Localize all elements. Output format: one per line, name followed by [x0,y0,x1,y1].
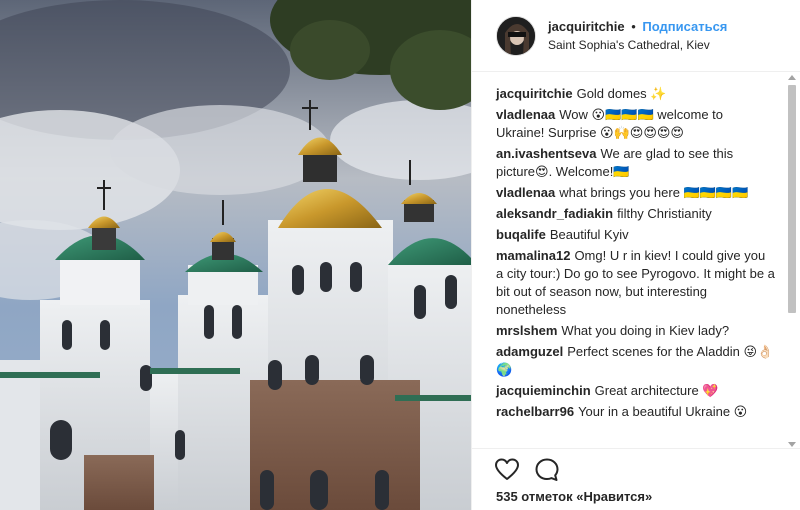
action-icons [494,457,560,483]
likes-count[interactable]: 535 отметок «Нравится» [496,489,652,504]
post-header: jacquiritchie • Подписаться Saint Sophia… [472,0,800,72]
comment-item: aleksandr_fadiakin filthy Christianity [496,205,775,223]
comment-item: an.ivashentseva We are glad to see this p… [496,145,775,181]
comments-inner: jacquiritchie Gold domes ✨ vladlenaa Wow 😮… [472,72,800,421]
comment-icon[interactable] [534,457,560,483]
comment-text: What you doing in Kiev lady? [561,323,730,338]
comment-username[interactable]: mrslshem [496,323,557,338]
location-link[interactable]: Saint Sophia's Cathedral, Kiev [548,36,727,54]
comment-item: adamguzel Perfect scenes for the Aladdin … [496,343,775,379]
comment-item: jacquiritchie Gold domes ✨ [496,85,775,103]
scroll-up-arrow-icon[interactable] [788,75,796,80]
comment-item: mamalina12 Omg! U r in kiev! I could give… [496,247,775,319]
comments-scrollbar[interactable] [787,75,797,447]
comment-text: Gold domes ✨ [576,86,667,101]
comment-item: rachelbarr96 Your in a beautiful Ukraine … [496,403,775,421]
comment-username[interactable]: rachelbarr96 [496,404,574,419]
comment-item: vladlenaa what brings you here 🇺🇦🇺🇦🇺🇦🇺🇦 [496,184,775,202]
comment-username[interactable]: vladlenaa [496,107,555,122]
username-link[interactable]: jacquiritchie [548,19,625,34]
header-top: jacquiritchie • Подписаться [548,18,727,36]
comment-username[interactable]: buqalife [496,227,546,242]
comment-item: mrslshem What you doing in Kiev lady? [496,322,775,340]
comment-text: filthy Christianity [617,206,712,221]
post-photo[interactable] [0,0,471,510]
comments-list[interactable]: jacquiritchie Gold domes ✨ vladlenaa Wow 😮… [472,72,800,448]
comment-username[interactable]: adamguzel [496,344,563,359]
heart-icon[interactable] [494,457,520,483]
comment-username[interactable]: aleksandr_fadiakin [496,206,613,221]
comment-username[interactable]: jacquiritchie [496,86,573,101]
comment-text: Great architecture 💖 [594,383,719,398]
side-panel: jacquiritchie • Подписаться Saint Sophia… [471,0,800,510]
cathedral-photo [0,0,471,510]
comment-text: what brings you here 🇺🇦🇺🇦🇺🇦🇺🇦 [559,185,749,200]
separator-dot: • [631,18,636,34]
comment-username[interactable]: vladlenaa [496,185,555,200]
scroll-down-arrow-icon[interactable] [788,442,796,447]
comment-item: vladlenaa Wow 😮🇺🇦🇺🇦🇺🇦 welcome to Ukraine!… [496,106,775,142]
header-text: jacquiritchie • Подписаться Saint Sophia… [548,18,727,54]
comment-username[interactable]: an.ivashentseva [496,146,596,161]
comment-username[interactable]: jacquieminchin [496,383,591,398]
comment-username[interactable]: mamalina12 [496,248,570,263]
comment-item: jacquieminchin Great architecture 💖 [496,382,775,400]
instagram-post: jacquiritchie • Подписаться Saint Sophia… [0,0,800,510]
avatar-image [497,16,535,55]
scroll-thumb[interactable] [788,85,796,313]
avatar[interactable] [496,15,536,56]
comment-text: Your in a beautiful Ukraine 😮 [578,404,748,419]
comment-item: buqalife Beautiful Kyiv [496,226,775,244]
comment-text: Beautiful Kyiv [549,227,629,242]
follow-button[interactable]: Подписаться [642,19,727,34]
post-actions: 535 отметок «Нравится» [472,448,800,510]
